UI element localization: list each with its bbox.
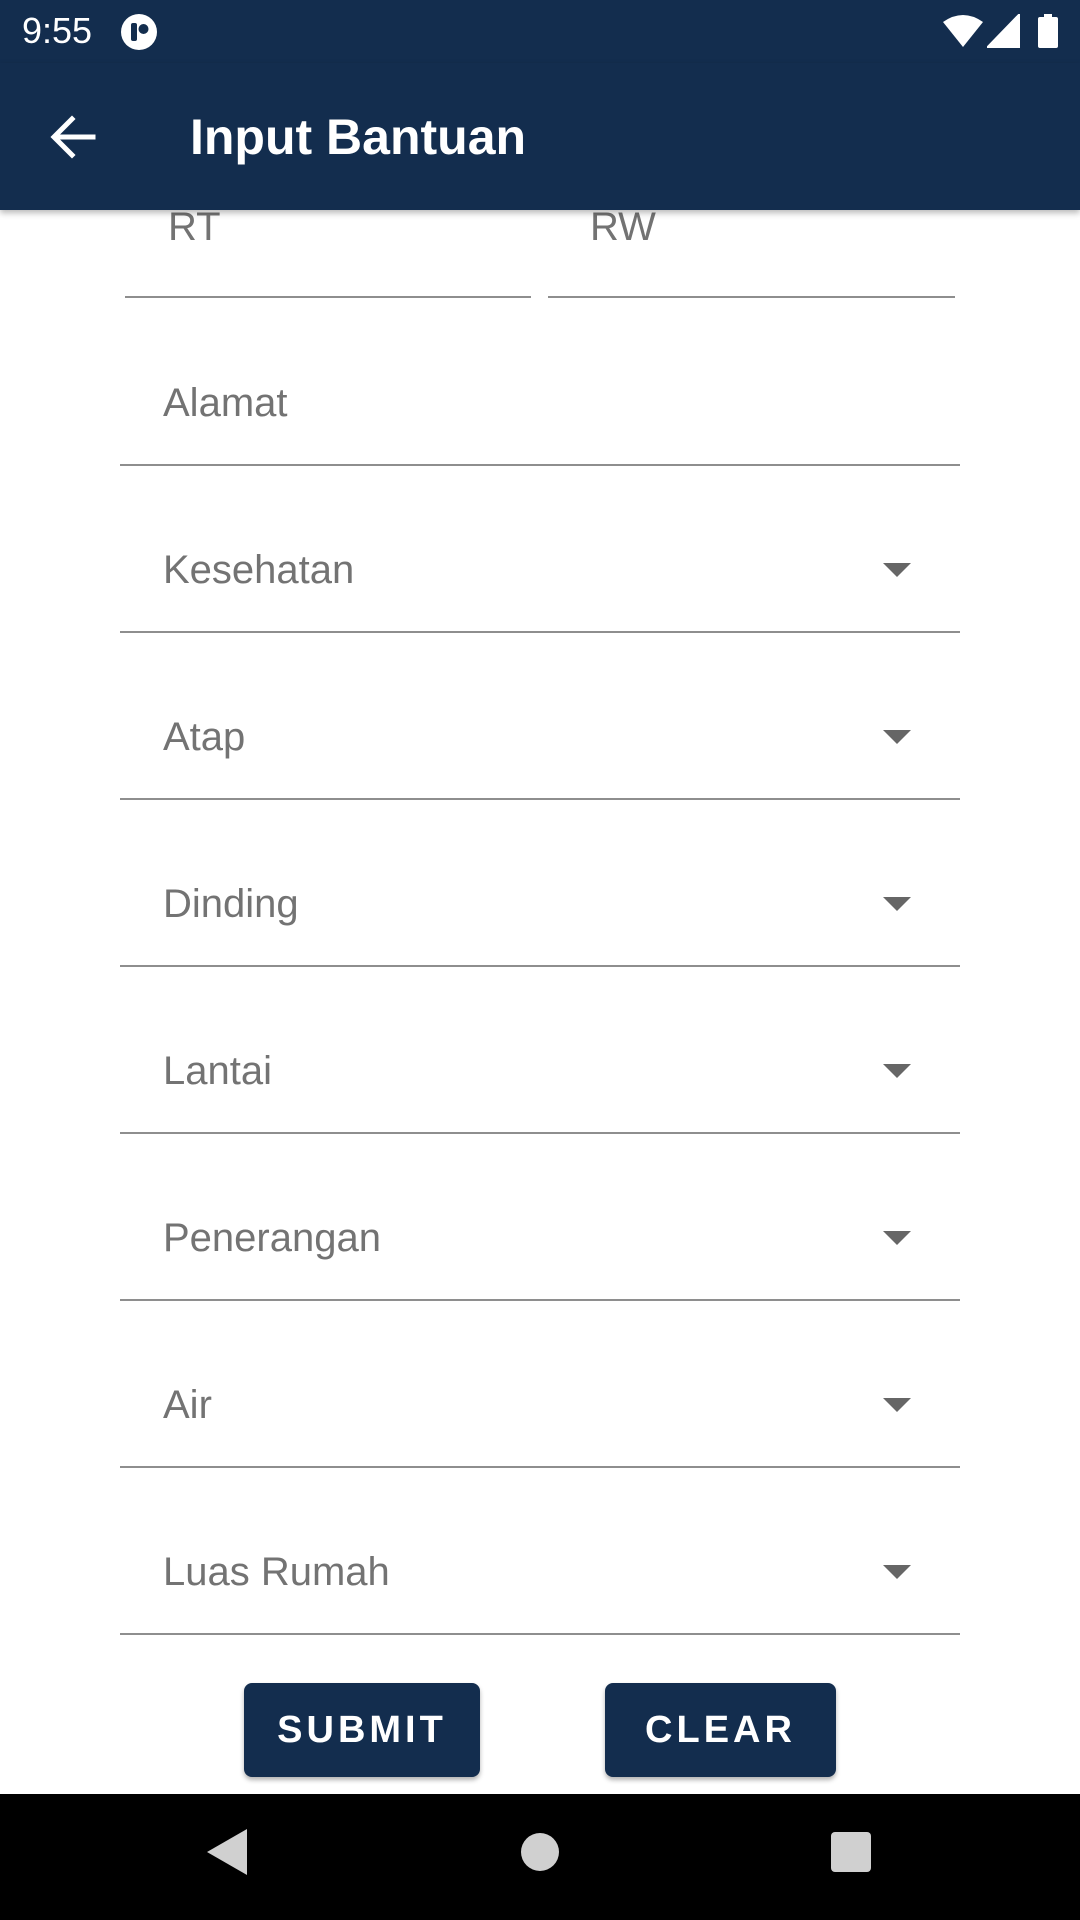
rt-input[interactable]: RT	[125, 210, 531, 298]
rw-placeholder: RW	[590, 210, 656, 249]
air-dropdown[interactable]: Air	[120, 1301, 960, 1468]
app-bar: Input Bantuan	[0, 63, 1080, 210]
chevron-down-icon	[883, 897, 911, 911]
wifi-icon	[943, 15, 983, 47]
chevron-down-icon	[883, 563, 911, 577]
penerangan-label: Penerangan	[163, 1216, 381, 1260]
app-notification-icon	[121, 14, 157, 50]
battery-icon	[1038, 14, 1058, 48]
dinding-label: Dinding	[163, 882, 299, 926]
kesehatan-label: Kesehatan	[163, 548, 355, 592]
alamat-input[interactable]: Alamat	[120, 297, 960, 466]
submit-button[interactable]: SUBMIT	[244, 1683, 480, 1777]
form: RT RW Alamat Kesehatan Atap Dinding Lant…	[0, 210, 1080, 1794]
chevron-down-icon	[883, 1398, 911, 1412]
air-label: Air	[163, 1383, 212, 1427]
chevron-down-icon	[883, 1064, 911, 1078]
page-title: Input Bantuan	[190, 109, 527, 165]
luas-rumah-dropdown[interactable]: Luas Rumah	[120, 1468, 960, 1635]
nav-back-icon[interactable]	[207, 1829, 247, 1875]
chevron-down-icon	[883, 1565, 911, 1579]
atap-label: Atap	[163, 715, 246, 759]
alamat-placeholder: Alamat	[163, 381, 288, 425]
chevron-down-icon	[883, 1231, 911, 1245]
nav-home-icon[interactable]	[521, 1833, 559, 1871]
signal-icon	[987, 14, 1020, 48]
clear-button[interactable]: CLEAR	[605, 1683, 836, 1777]
arrow-left-icon	[50, 115, 96, 159]
rw-input[interactable]: RW	[548, 210, 955, 298]
status-time: 9:55	[22, 10, 93, 51]
lantai-dropdown[interactable]: Lantai	[120, 967, 960, 1134]
navigation-bar	[0, 1794, 1080, 1920]
status-bar: 9:55	[0, 0, 1080, 63]
back-button[interactable]	[38, 107, 108, 167]
dinding-dropdown[interactable]: Dinding	[120, 800, 960, 967]
rt-placeholder: RT	[168, 210, 221, 249]
screen: 9:55 Input Bantuan RT RW Alamat Kesehata…	[0, 0, 1080, 1920]
luas-rumah-label: Luas Rumah	[163, 1550, 390, 1594]
penerangan-dropdown[interactable]: Penerangan	[120, 1134, 960, 1301]
kesehatan-dropdown[interactable]: Kesehatan	[120, 466, 960, 633]
lantai-label: Lantai	[163, 1049, 272, 1093]
nav-recents-icon[interactable]	[831, 1832, 871, 1872]
atap-dropdown[interactable]: Atap	[120, 633, 960, 800]
chevron-down-icon	[883, 730, 911, 744]
